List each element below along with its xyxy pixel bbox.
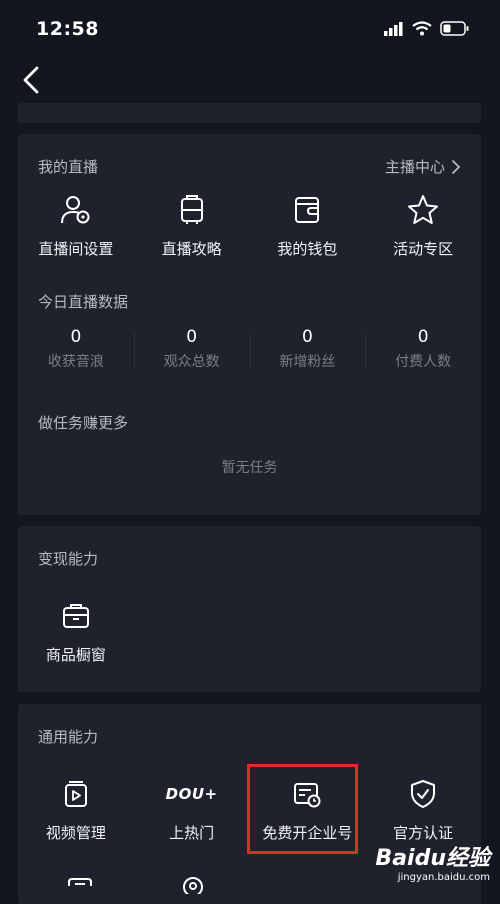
anchor-center-link[interactable]: 主播中心 xyxy=(385,156,461,177)
cellular-signal-icon xyxy=(384,21,404,40)
product-showcase-button[interactable]: 商品橱窗 xyxy=(18,598,134,665)
action-label: 我的钱包 xyxy=(277,240,338,258)
video-manage-icon xyxy=(58,776,94,812)
today-data-title: 今日直播数据 xyxy=(38,293,129,311)
go-trending-button[interactable]: DOU+ 上热门 xyxy=(134,776,250,843)
my-wallet-button[interactable]: 我的钱包 xyxy=(250,192,366,259)
stat-label: 观众总数 xyxy=(163,354,220,370)
official-verification-button[interactable]: 官方认证 xyxy=(365,776,481,843)
star-icon xyxy=(405,192,441,228)
watermark-main: Baidu经验 xyxy=(375,846,490,871)
monetize-grid: 商品橱窗 xyxy=(18,598,481,665)
battery-icon xyxy=(440,20,470,40)
highlight-box xyxy=(247,764,358,854)
stat-value: 0 xyxy=(417,327,429,347)
events-zone-button[interactable]: 活动专区 xyxy=(365,192,481,259)
dou-plus-logo: DOU+ xyxy=(165,785,218,803)
live-actions-grid: 直播间设置 直播攻略 我的钱包 活动专区 xyxy=(18,192,481,259)
dou-plus-icon: DOU+ xyxy=(166,776,217,812)
stat-value: 0 xyxy=(301,327,313,347)
live-room-settings-button[interactable]: 直播间设置 xyxy=(18,192,134,259)
shop-bag-icon xyxy=(58,598,94,634)
monetize-card: 变现能力 商品橱窗 xyxy=(18,526,481,692)
today-stats: 0 收获音浪 0 观众总数 0 新增粉丝 0 付费人数 xyxy=(18,327,481,371)
my-live-title: 我的直播 xyxy=(38,158,99,176)
live-guide-button[interactable]: 直播攻略 xyxy=(134,192,250,259)
chevron-right-icon xyxy=(452,159,461,174)
action-label: 直播间设置 xyxy=(38,240,114,258)
action-label: 视频管理 xyxy=(45,824,106,842)
status-bar: 12:58 xyxy=(0,0,500,60)
my-live-card: 我的直播 主播中心 直播间设置 直播攻略 我的钱包 活动专区 今日直播数据 0 … xyxy=(18,134,481,515)
anchor-center-label: 主播中心 xyxy=(384,158,445,176)
baidu-watermark: Baidu经验 jingyan.baidu.com xyxy=(375,840,490,883)
previous-card-edge xyxy=(18,103,481,123)
stat-label: 收获音浪 xyxy=(47,354,104,370)
location-icon[interactable] xyxy=(177,874,209,898)
tasks-title: 做任务赚更多 xyxy=(38,414,129,432)
stat-item: 0 收获音浪 xyxy=(18,327,134,371)
user-settings-icon xyxy=(58,192,94,228)
stat-item: 0 观众总数 xyxy=(133,327,250,371)
system-icons xyxy=(384,20,470,40)
back-button[interactable] xyxy=(14,62,50,98)
stat-item: 0 付费人数 xyxy=(365,327,481,371)
action-label: 商品橱窗 xyxy=(45,646,106,664)
video-manage-button[interactable]: 视频管理 xyxy=(18,776,134,843)
tasks-empty-text: 暂无任务 xyxy=(221,460,278,476)
suitcase-icon xyxy=(174,192,210,228)
stat-label: 新增粉丝 xyxy=(279,354,336,370)
action-label: 上热门 xyxy=(169,824,215,842)
stat-label: 付费人数 xyxy=(395,354,452,370)
stat-item: 0 新增粉丝 xyxy=(249,327,366,371)
wifi-icon xyxy=(412,20,432,40)
watermark-sub: jingyan.baidu.com xyxy=(397,872,490,883)
stat-value: 0 xyxy=(186,327,198,347)
stat-value: 0 xyxy=(70,327,82,347)
wallet-icon xyxy=(289,192,325,228)
shield-check-icon xyxy=(405,776,441,812)
monetize-title: 变现能力 xyxy=(38,550,99,568)
general-title: 通用能力 xyxy=(38,728,99,746)
action-label: 直播攻略 xyxy=(161,240,222,258)
chevron-left-icon xyxy=(23,66,39,94)
status-time: 12:58 xyxy=(36,18,99,40)
action-label: 活动专区 xyxy=(393,240,454,258)
next-row-icon[interactable] xyxy=(64,874,96,898)
